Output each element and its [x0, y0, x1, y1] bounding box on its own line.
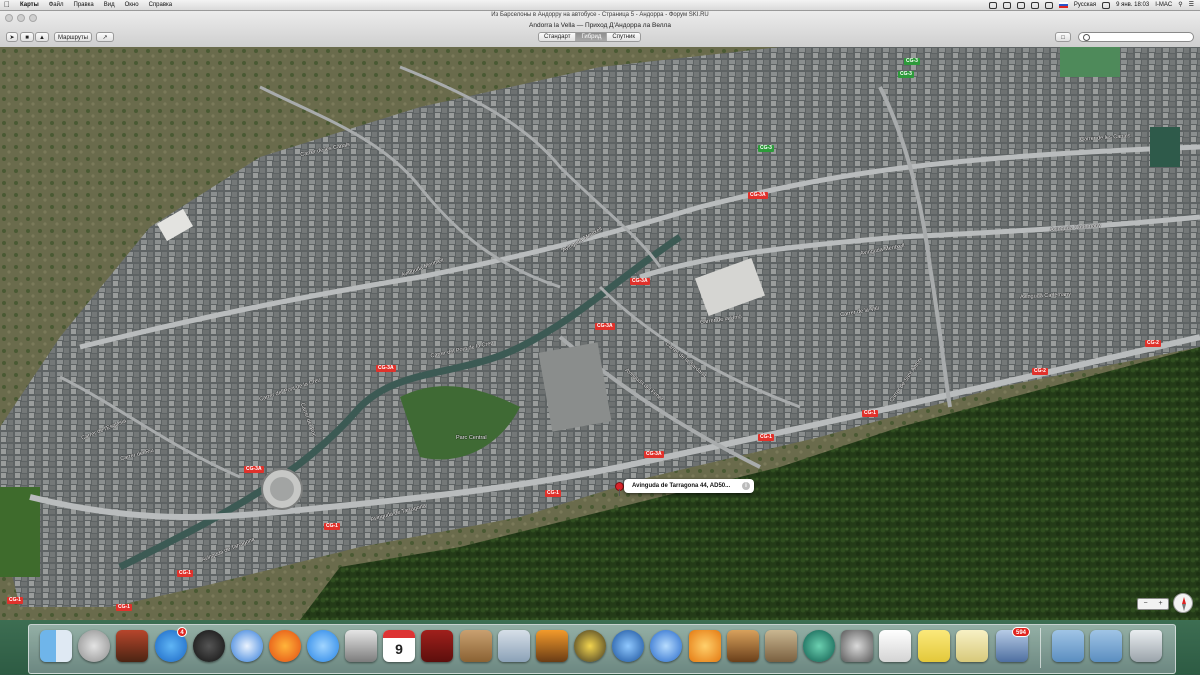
- map-type-selector: Стандарт Гибрид Спутник: [538, 32, 641, 42]
- map-imagery: [0, 47, 1200, 620]
- camera-icon[interactable]: [345, 630, 377, 662]
- firefox-icon[interactable]: [269, 630, 301, 662]
- launchpad-icon[interactable]: [78, 630, 110, 662]
- road-badge: CG-3A: [630, 278, 650, 285]
- applications-folder-icon[interactable]: [1052, 630, 1084, 662]
- calendar-header: [383, 630, 415, 638]
- photo-slideshow-icon[interactable]: [421, 630, 453, 662]
- current-location-button[interactable]: ➤: [6, 32, 18, 42]
- road-badge: CG-3A: [644, 451, 664, 458]
- traffic-view-button[interactable]: ▲: [35, 32, 49, 42]
- stickies-icon[interactable]: [918, 630, 950, 662]
- info-icon[interactable]: i: [742, 482, 750, 490]
- finder-icon[interactable]: [40, 630, 72, 662]
- zoom-in-button[interactable]: +: [1153, 599, 1168, 609]
- zoom-out-button[interactable]: −: [1138, 599, 1153, 609]
- pin-stem: [619, 489, 620, 496]
- system-preferences-icon[interactable]: [841, 630, 873, 662]
- share-button[interactable]: ↗: [96, 32, 114, 42]
- poi-label: Parc Central: [456, 435, 487, 441]
- menu-window[interactable]: Окно: [125, 0, 139, 10]
- ibooks-icon[interactable]: [689, 630, 721, 662]
- wifi-icon[interactable]: [1030, 1, 1039, 9]
- search-icon: [1083, 34, 1090, 41]
- apple-menu-icon[interactable]: : [4, 0, 10, 10]
- battery-icon[interactable]: [1102, 1, 1111, 9]
- menu-edit[interactable]: Правка: [74, 0, 94, 10]
- bookmarks-button[interactable]: □: [1055, 32, 1071, 42]
- road-badge-green: CG-3: [904, 58, 920, 65]
- callout-address: Avinguda de Tarragona 44, AD50...: [632, 483, 731, 489]
- menu-bar:  Карты Файл Правка Вид Окно Справка Рус…: [0, 0, 1200, 11]
- messages-icon[interactable]: [307, 630, 339, 662]
- compass-icon[interactable]: [1173, 593, 1193, 613]
- location-icon[interactable]: [988, 1, 997, 9]
- window-title: Andorra la Vella — Приход Д'Андорра ла В…: [529, 22, 671, 29]
- itunes-icon[interactable]: [650, 630, 682, 662]
- road-badge: CG-1: [177, 570, 193, 577]
- browser-tab-title: Из Барселоны в Андорру на автобусе - Стр…: [491, 12, 709, 18]
- dashboard-icon[interactable]: [193, 630, 225, 662]
- safari-icon[interactable]: [231, 630, 263, 662]
- clock[interactable]: 9 янв. 18:03: [1116, 0, 1149, 10]
- notification-center-icon[interactable]: ☰: [1189, 0, 1194, 10]
- map-type-satellite[interactable]: Спутник: [607, 33, 640, 41]
- road-badge: CG-2: [1032, 368, 1048, 375]
- window-toolbar: Из Барселоны в Андорру на автобусе - Стр…: [0, 11, 1200, 48]
- search-input[interactable]: [1091, 33, 1187, 41]
- menu-file[interactable]: Файл: [49, 0, 64, 10]
- spotlight-icon[interactable]: ⚲: [1178, 0, 1182, 10]
- search-field[interactable]: [1078, 32, 1194, 42]
- calendar-day: 9: [395, 641, 403, 657]
- location-callout[interactable]: Avinguda de Tarragona 44, AD50... i: [624, 479, 754, 493]
- bluetooth-icon[interactable]: [1016, 1, 1025, 9]
- time-machine-status-icon[interactable]: [1002, 1, 1011, 9]
- road-badge: CG-1: [545, 490, 561, 497]
- road-badge: CG-1: [116, 604, 132, 611]
- map-type-hybrid[interactable]: Гибрид: [576, 33, 608, 41]
- satellite-map[interactable]: Avinguda de Tarragona Avinguda de Tarrag…: [0, 47, 1200, 620]
- app-store-badge: 4: [177, 627, 187, 637]
- input-language[interactable]: Русская: [1074, 0, 1096, 10]
- user-menu[interactable]: I-MAC: [1155, 0, 1172, 10]
- iphoto-icon[interactable]: [765, 630, 797, 662]
- road-badge: CG-2: [1145, 340, 1161, 347]
- notes-icon[interactable]: [956, 630, 988, 662]
- input-language-flag-icon[interactable]: [1058, 2, 1068, 8]
- directions-button[interactable]: Маршруты: [54, 32, 92, 42]
- dock-separator: [1040, 628, 1041, 668]
- compass-south-needle: [1182, 604, 1186, 611]
- contacts-icon[interactable]: [460, 630, 492, 662]
- road-badge: CG-1: [7, 597, 23, 604]
- road-badge: CG-1: [758, 434, 774, 441]
- road-badge: CG-3A: [244, 466, 264, 473]
- road-badge: CG-3A: [376, 365, 396, 372]
- menu-help[interactable]: Справка: [149, 0, 173, 10]
- map-type-standard[interactable]: Стандарт: [539, 33, 577, 41]
- road-badge-green: CG-3: [898, 71, 914, 78]
- imovie-icon[interactable]: [574, 630, 606, 662]
- app-menu[interactable]: Карты: [20, 0, 39, 10]
- garageband-icon[interactable]: [727, 630, 759, 662]
- textedit-icon[interactable]: [879, 630, 911, 662]
- photo-booth-icon[interactable]: [116, 630, 148, 662]
- menu-view[interactable]: Вид: [104, 0, 115, 10]
- road-badge: CG-1: [324, 523, 340, 530]
- calendar-icon[interactable]: 9: [383, 630, 415, 662]
- view-3d-button[interactable]: ■: [20, 32, 34, 42]
- photos-icon[interactable]: [536, 630, 568, 662]
- zoom-control: − +: [1137, 598, 1169, 610]
- time-machine-icon[interactable]: [803, 630, 835, 662]
- mail-badge: 594: [1012, 627, 1030, 637]
- downloads-folder-icon[interactable]: [1090, 630, 1122, 662]
- road-badge-green: CG-3: [758, 145, 774, 152]
- road-badge: CG-3A: [595, 323, 615, 330]
- road-badge: CG-1: [862, 410, 878, 417]
- volume-icon[interactable]: [1044, 1, 1053, 9]
- quicktime-icon[interactable]: [612, 630, 644, 662]
- preview-icon[interactable]: [498, 630, 530, 662]
- compass-north-needle: [1182, 597, 1186, 604]
- trash-icon[interactable]: [1130, 630, 1162, 662]
- road-badge: CG-3A: [748, 192, 768, 199]
